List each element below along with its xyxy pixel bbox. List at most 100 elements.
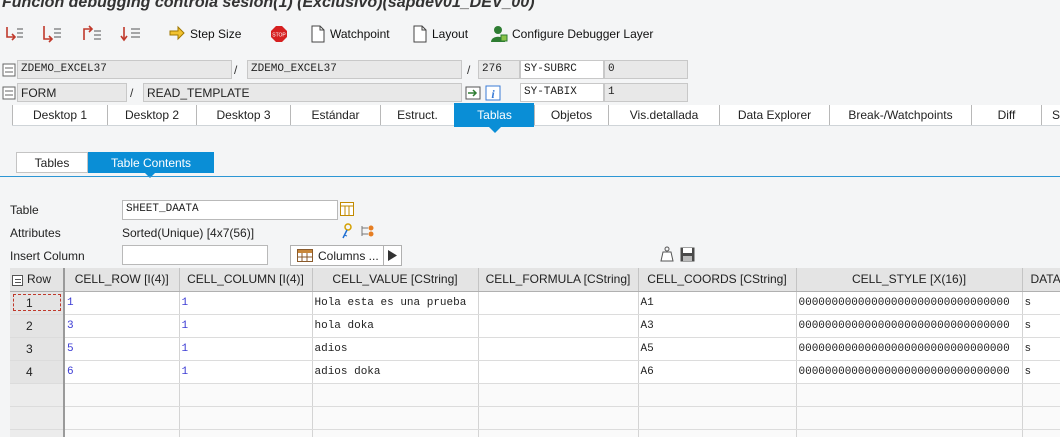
grid-cell[interactable]: 6 [64,360,180,384]
grid-cell[interactable]: hola doka [312,314,479,338]
table-row[interactable]: 1 1 1 Hola esta es una prueba A1 0000000… [10,291,1060,315]
grid-cell[interactable]: 1 [64,291,180,315]
tab-desktop-2[interactable]: Desktop 2 [107,105,196,125]
grid-cell[interactable]: s [1022,360,1060,384]
grid-cell[interactable]: 3 [64,314,180,338]
row-number-cell[interactable]: 3 [10,337,65,361]
tab-vis-detallada[interactable]: Vis.detallada [608,105,719,125]
grid-cell[interactable]: 1 [179,314,313,338]
row-header[interactable]: Row [10,268,65,292]
key-icon[interactable] [340,223,354,239]
table-input[interactable]: SHEET_DAATA [122,200,338,220]
attributes-label: Attributes [10,226,61,240]
insert-column-label: Insert Column [10,249,85,263]
tab-objetos[interactable]: Objetos [534,105,608,125]
tab-estruct[interactable]: Estruct. [380,105,454,125]
column-header[interactable]: CELL_STYLE [X(16)] [796,268,1023,292]
row-number-cell[interactable]: 2 [10,314,65,338]
watchpoint-button[interactable]: Watchpoint [310,24,390,44]
grid-cell[interactable] [478,291,639,315]
grid-cell[interactable]: adios doka [312,360,479,384]
grid-cell[interactable]: 5 [64,337,180,361]
info-icon[interactable]: i [485,85,501,101]
table-picker-icon[interactable] [340,202,354,216]
grid-cell[interactable]: 1 [179,291,313,315]
step-size-button[interactable]: Step Size [168,24,241,44]
grid-cell[interactable]: 00000000000000000000000000000000 [796,291,1023,315]
continue-icon [120,27,140,42]
columns-button[interactable]: Columns ... [290,245,402,266]
tab-desktop-1[interactable]: Desktop 1 [12,105,107,125]
tab-table-contents[interactable]: Table Contents [88,152,214,173]
column-header[interactable]: CELL_COLUMN [I(4)] [179,268,313,292]
grid-cell[interactable] [478,314,639,338]
tab-tables[interactable]: Tables [16,152,88,173]
insert-column-input[interactable] [122,245,268,265]
grid-cell[interactable]: A6 [638,360,797,384]
select-all-icon[interactable] [12,274,23,286]
tab-data-explorer[interactable]: Data Explorer [719,105,829,125]
line-number-field: 276 [478,60,520,79]
play-icon [383,246,401,265]
empty-row [10,383,1060,407]
layout-button[interactable]: Layout [412,24,468,44]
grid-cell[interactable]: 1 [179,337,313,361]
grid-cell[interactable]: 1 [179,360,313,384]
configure-layer-button[interactable]: Configure Debugger Layer [490,24,653,44]
single-step-button[interactable] [4,24,24,44]
grid-cell[interactable]: s [1022,314,1060,338]
grid-cell[interactable]: 00000000000000000000000000000000 [796,337,1023,361]
empty-row [10,429,1060,437]
grid-cell[interactable]: s [1022,291,1060,315]
table-row[interactable]: 4 6 1 adios doka A6 00000000000000000000… [10,360,1060,384]
column-header[interactable]: CELL_COORDS [CString] [638,268,797,292]
list-icon [2,63,16,77]
program-field: ZDEMO_EXCEL37 [17,60,232,79]
grid-cell[interactable]: 00000000000000000000000000000000 [796,360,1023,384]
tab-diff[interactable]: Diff [971,105,1041,125]
table-row[interactable]: 2 3 1 hola doka A3 000000000000000000000… [10,314,1060,338]
tab-estandar[interactable]: Estándar [290,105,380,125]
step-size-icon [169,25,185,41]
grid-cell[interactable]: A5 [638,337,797,361]
list-icon [2,86,16,100]
columns-icon [297,249,313,262]
grid-cell[interactable]: A1 [638,291,797,315]
navigate-icon[interactable] [465,86,481,100]
stop-button[interactable]: STOP [270,24,288,44]
hierarchy-icon[interactable] [360,224,376,238]
continue-button[interactable] [120,24,142,44]
tab-desktop-3[interactable]: Desktop 3 [196,105,290,125]
tab-break-watchpoints[interactable]: Break-/Watchpoints [829,105,971,125]
column-header[interactable]: CELL_ROW [I(4)] [64,268,180,292]
row-number-cell[interactable]: 4 [10,360,65,384]
tab-s[interactable]: S [1041,105,1060,125]
subtab-divider [0,176,1060,177]
table-row[interactable]: 3 5 1 adios A5 0000000000000000000000000… [10,337,1060,361]
grid-cell[interactable] [478,337,639,361]
step-size-label: Step Size [190,27,242,41]
grid-cell[interactable] [478,360,639,384]
document-icon [311,25,325,43]
svg-text:STOP: STOP [272,33,286,39]
column-header-label: Row [27,272,52,287]
grid-cell[interactable]: 00000000000000000000000000000000 [796,314,1023,338]
grid-cell[interactable]: A3 [638,314,797,338]
weight-icon[interactable] [660,246,674,262]
save-icon[interactable] [680,247,695,262]
sy-tabix-label: SY-TABIX [520,83,604,102]
tab-tablas[interactable]: Tablas [454,103,534,133]
column-header[interactable]: CELL_FORMULA [CString] [478,268,639,292]
execute-step-icon [43,26,61,43]
sy-tabix-value: 1 [604,83,688,102]
row-number-cell[interactable]: 1 [10,291,65,315]
column-header[interactable]: CELL_VALUE [CString] [312,268,479,292]
return-button[interactable] [80,24,102,44]
column-header[interactable]: DATA [1022,268,1060,292]
grid-cell[interactable]: adios [312,337,479,361]
grid-cell[interactable]: Hola esta es una prueba [312,291,479,315]
execute-button[interactable] [40,24,62,44]
grid-cell[interactable]: s [1022,337,1060,361]
attributes-value: Sorted(Unique) [4x7(56)] [122,226,255,240]
window-title: Función debugging controla sesión(1) (Ex… [2,0,535,11]
